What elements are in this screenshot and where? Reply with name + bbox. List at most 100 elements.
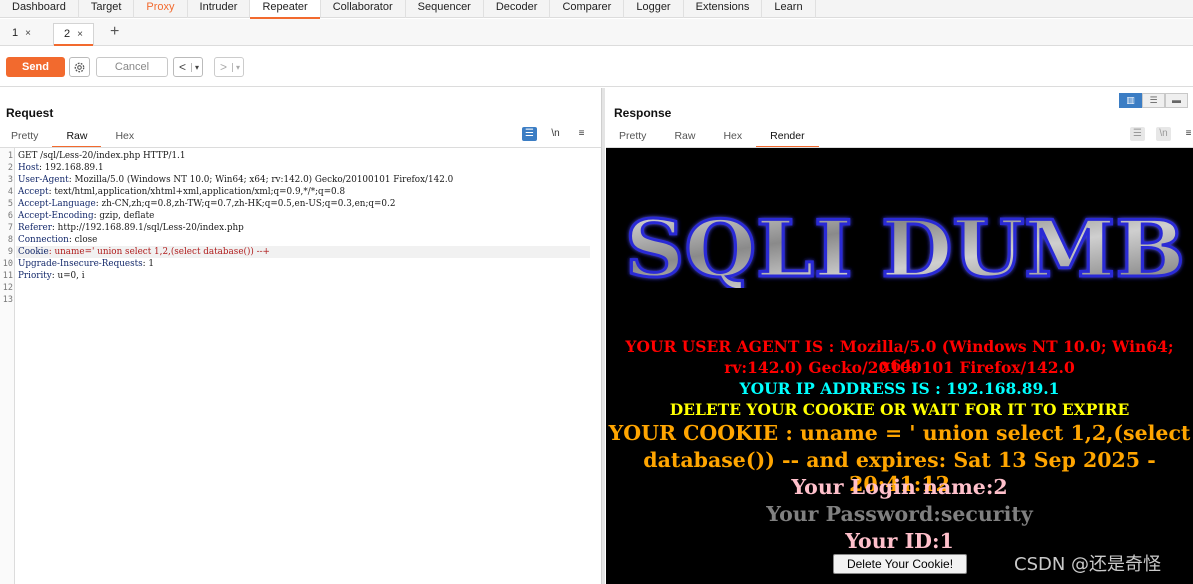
line-number: 3 xyxy=(7,175,13,185)
line-number: 12 xyxy=(2,283,13,293)
tab-raw[interactable]: Raw xyxy=(660,128,709,146)
request-line: User-Agent: Mozilla/5.0 (Windows NT 10.0… xyxy=(18,174,453,186)
line-number: 1 xyxy=(7,151,13,161)
repeater-tab-row: 1 × 2 × xyxy=(0,19,1193,46)
header-name: Accept-Language xyxy=(18,199,96,209)
request-line: GET /sql/Less-20/index.php HTTP/1.1 xyxy=(18,150,185,162)
line-number: 9 xyxy=(7,247,13,257)
header-value: : text/html,application/xhtml+xml,applic… xyxy=(48,187,346,197)
menu-collaborator[interactable]: Collaborator xyxy=(321,0,406,18)
menu-proxy[interactable]: Proxy xyxy=(134,0,188,18)
menu-icon[interactable]: ≡ xyxy=(1181,127,1193,141)
chevron-down-icon[interactable]: ▾ xyxy=(191,62,202,72)
menu-sequencer[interactable]: Sequencer xyxy=(406,0,484,18)
repeater-tab-1[interactable]: 1 × xyxy=(2,23,41,45)
side-by-side-icon[interactable]: ▥ xyxy=(1119,93,1142,108)
response-title: Response xyxy=(614,106,672,120)
newline-icon[interactable]: \n xyxy=(548,127,563,141)
menu-extensions[interactable]: Extensions xyxy=(684,0,763,18)
add-tab-icon[interactable]: + xyxy=(110,24,119,40)
repeater-tab-2[interactable]: 2 × xyxy=(53,23,94,46)
line-number: 10 xyxy=(2,259,13,269)
header-value: : Mozilla/5.0 (Windows NT 10.0; Win64; x… xyxy=(68,175,454,185)
tab-label: 1 xyxy=(12,27,19,39)
header-value: : 1 xyxy=(142,259,155,269)
request-editor[interactable]: 1 GET /sql/Less-20/index.php HTTP/1.1 2 Hos… xyxy=(0,148,601,584)
header-value: : 192.168.89.1 xyxy=(39,163,104,173)
layout-toggle: ▥ ☰ ▬ xyxy=(1119,93,1188,108)
menu-repeater[interactable]: Repeater xyxy=(250,0,321,19)
tab-hex[interactable]: Hex xyxy=(101,128,148,146)
logo-text: SQLI DUMB xyxy=(625,208,1185,288)
header-name: Priority xyxy=(18,271,52,281)
wrap-lines-icon[interactable]: ☰ xyxy=(1130,127,1145,141)
panel-splitter[interactable] xyxy=(601,88,605,584)
request-line: Accept-Language: zh-CN,zh;q=0.8,zh-TW;q=… xyxy=(18,198,395,210)
tab-hex[interactable]: Hex xyxy=(709,128,756,146)
password-line: Your Password:security xyxy=(766,502,1033,526)
single-pane-icon[interactable]: ▬ xyxy=(1165,93,1188,108)
header-value: : uname=' union select 1,2,(select datab… xyxy=(48,247,270,257)
chevron-left-icon: < xyxy=(179,60,187,74)
rendered-response: SQLI DUMB YOUR USER AGENT IS : Mozilla/5… xyxy=(606,148,1193,584)
wrap-lines-icon[interactable]: ☰ xyxy=(522,127,537,141)
tab-pretty[interactable]: Pretty xyxy=(605,128,660,146)
header-value: : close xyxy=(68,235,98,245)
chevron-down-icon[interactable]: ▾ xyxy=(232,62,243,72)
send-button[interactable]: Send xyxy=(6,57,65,77)
header-name: Cookie xyxy=(18,247,49,257)
gear-icon[interactable] xyxy=(69,57,90,77)
header-value: : http://192.168.89.1/sql/Less-20/index.… xyxy=(51,223,244,233)
csdn-watermark: CSDN @还是奇怪 xyxy=(1014,554,1162,575)
header-name: Accept-Encoding xyxy=(18,211,94,221)
header-value: GET /sql/Less-20/index.php HTTP/1.1 xyxy=(18,151,186,161)
request-line: Cookie: uname=' union select 1,2,(select… xyxy=(18,246,270,258)
request-line: Accept-Encoding: gzip, deflate xyxy=(18,210,154,222)
menu-dashboard[interactable]: Dashboard xyxy=(0,0,79,18)
stacked-icon[interactable]: ☰ xyxy=(1142,93,1165,108)
line-number: 6 xyxy=(7,211,13,221)
menu-learn[interactable]: Learn xyxy=(762,0,816,18)
header-name: Referer xyxy=(18,223,52,233)
line-number: 7 xyxy=(7,223,13,233)
menu-icon[interactable]: ≡ xyxy=(574,127,589,141)
tab-label: 2 xyxy=(64,28,71,40)
request-title: Request xyxy=(6,106,54,120)
header-name: Host xyxy=(18,163,40,173)
cancel-button[interactable]: Cancel xyxy=(96,57,168,77)
close-icon[interactable]: × xyxy=(77,29,83,40)
menu-comparer[interactable]: Comparer xyxy=(550,0,625,18)
repeater-toolbar: Send Cancel < ▾ > ▾ xyxy=(0,47,1193,87)
menu-intruder[interactable]: Intruder xyxy=(188,0,251,18)
header-value: : u=0, i xyxy=(51,271,85,281)
header-name: Connection xyxy=(18,235,69,245)
line-number: 5 xyxy=(7,199,13,209)
tab-raw[interactable]: Raw xyxy=(52,128,102,148)
menu-target[interactable]: Target xyxy=(79,0,135,18)
request-line: Priority: u=0, i xyxy=(18,270,85,282)
request-line: Upgrade-Insecure-Requests: 1 xyxy=(18,258,154,270)
header-value: : gzip, deflate xyxy=(93,211,155,221)
cookie-line-1: YOUR COOKIE : uname = ' union select 1,2… xyxy=(608,421,1191,445)
back-button[interactable]: < ▾ xyxy=(173,57,204,77)
forward-button[interactable]: > ▾ xyxy=(214,57,245,77)
delete-cookie-button[interactable]: Delete Your Cookie! xyxy=(833,554,967,574)
menu-logger[interactable]: Logger xyxy=(624,0,684,18)
tab-pretty[interactable]: Pretty xyxy=(0,128,52,146)
line-number: 11 xyxy=(2,271,13,281)
menu-decoder[interactable]: Decoder xyxy=(484,0,551,18)
login-name-line: Your Login name:2 xyxy=(791,475,1008,499)
header-name: Upgrade-Insecure-Requests xyxy=(18,259,143,269)
close-icon[interactable]: × xyxy=(25,28,31,39)
response-tabs: Pretty Raw Hex Render xyxy=(605,128,820,148)
newline-icon[interactable]: \n xyxy=(1156,127,1171,141)
line-number: 13 xyxy=(2,295,13,305)
delete-cookie-notice: DELETE YOUR COOKIE OR WAIT FOR IT TO EXP… xyxy=(669,400,1130,419)
request-tabs: Pretty Raw Hex xyxy=(0,128,148,148)
request-line: Connection: close xyxy=(18,234,97,246)
chevron-right-icon: > xyxy=(220,60,228,74)
request-line: Referer: http://192.168.89.1/sql/Less-20… xyxy=(18,222,244,234)
ip-address-line: YOUR IP ADDRESS IS : 192.168.89.1 xyxy=(739,379,1060,398)
header-name: Accept xyxy=(18,187,49,197)
tab-render[interactable]: Render xyxy=(756,128,820,148)
